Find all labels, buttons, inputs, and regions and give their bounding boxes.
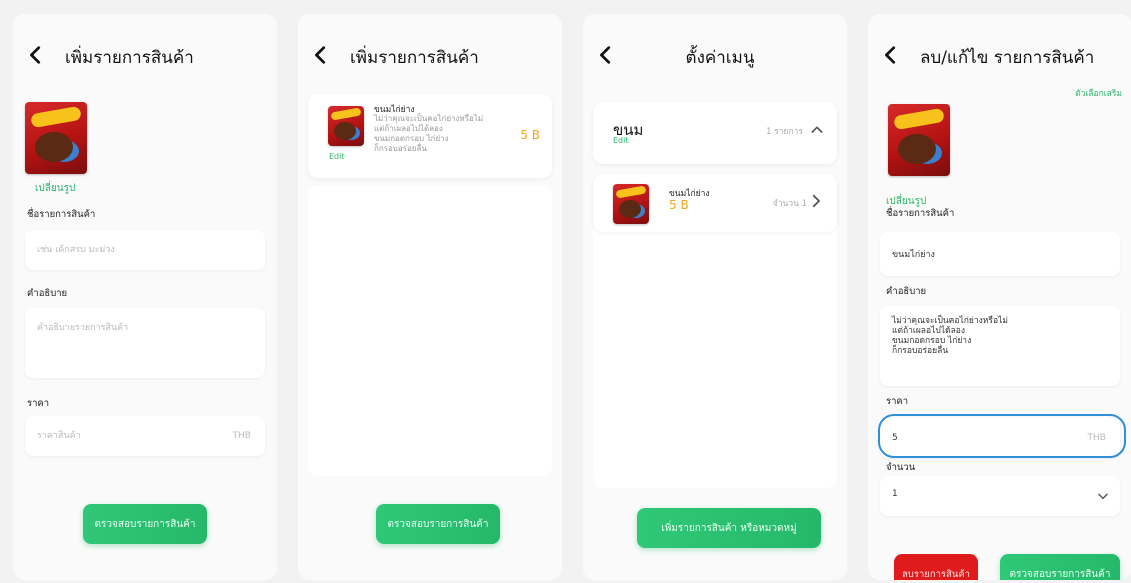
empty-list-area [308,186,552,476]
delete-product-button[interactable]: ลบรายการสินค้า [894,554,978,580]
chevron-right-icon[interactable] [807,192,825,210]
name-input[interactable] [25,230,265,270]
menu-item-quantity: จำนวน 1 [772,199,807,209]
page-title: ลบ/แก้ไข รายการสินค้า [920,48,1095,68]
app-stage: เพิ่มรายการสินค้า เปลี่ยนรูป ชื่อรายการส… [0,0,1131,583]
menu-settings-screen: ตั้งค่าเมนู ขนม Edit 1 รายการ ขนมไก่ย่าง… [583,14,847,580]
product-card[interactable]: Edit ขนมไก่ย่าง ไม่ว่าคุณจะเป็นคอไก่ย่าง… [308,94,552,178]
back-button[interactable] [310,44,332,66]
page-title: ตั้งค่าเมนู [685,48,755,68]
name-field-wrap [880,232,1120,276]
description-label: คำอธิบาย [27,288,68,299]
review-product-button[interactable]: ตรวจสอบรายการสินค้า [83,504,207,544]
change-image-link[interactable]: เปลี่ยนรูป [35,181,75,196]
product-image [888,104,950,176]
description-field-wrap: ไม่ว่าคุณจะเป็นคอไก่ย่างหรือไม่ แต่ถ้าเผ… [880,306,1120,386]
price-field-wrap: THB [25,416,265,456]
price-label: ราคา [886,396,909,407]
review-product-button[interactable]: ตรวจสอบรายการสินค้า [1000,554,1120,580]
review-product-button[interactable]: ตรวจสอบรายการสินค้า [376,504,500,544]
product-price: 5 B [520,128,540,142]
product-list-screen: เพิ่มรายการสินค้า Edit ขนมไก่ย่าง ไม่ว่า… [298,14,562,580]
description-field-wrap [25,308,265,378]
name-field-wrap [25,230,265,270]
product-description: ไม่ว่าคุณจะเป็นคอไก่ย่างหรือไม่ แต่ถ้าเผ… [374,114,484,153]
edit-product-screen: ลบ/แก้ไข รายการสินค้า ตัวเลือกเสริม เปลี… [868,14,1131,580]
page-title: เพิ่มรายการสินค้า [65,48,194,68]
menu-item-thumbnail [613,184,649,224]
name-label: ชื่อรายการสินค้า [886,208,955,219]
price-focus-ring [878,414,1126,458]
product-image [25,102,87,174]
name-input[interactable] [880,232,1120,276]
price-input[interactable] [25,416,265,456]
options-link[interactable]: ตัวเลือกเสริม [1075,86,1122,100]
menu-item-price: 5 B [669,198,689,212]
category-edit-link[interactable]: Edit [613,136,629,145]
category-items-area: ขนมไก่ย่าง 5 B จำนวน 1 [593,174,837,488]
add-item-or-category-button[interactable]: เพิ่มรายการสินค้า หรือหมวดหมู่ [637,508,821,548]
menu-item-row[interactable]: ขนมไก่ย่าง 5 B จำนวน 1 [593,174,837,232]
description-label: คำอธิบาย [886,286,927,297]
quantity-value: 1 [892,489,898,499]
back-button[interactable] [25,44,47,66]
quantity-label: จำนวน [886,462,916,473]
chevron-left-icon [885,46,896,64]
price-label: ราคา [27,398,50,409]
back-button[interactable] [880,44,902,66]
description-input[interactable] [25,308,265,378]
product-thumbnail [328,106,364,146]
currency-suffix: THB [232,431,251,441]
chevron-down-icon [1098,493,1108,500]
chevron-left-icon [30,46,41,64]
add-product-screen: เพิ่มรายการสินค้า เปลี่ยนรูป ชื่อรายการส… [13,14,277,580]
page-title: เพิ่มรายการสินค้า [350,48,479,68]
description-input[interactable]: ไม่ว่าคุณจะเป็นคอไก่ย่างหรือไม่ แต่ถ้าเผ… [880,306,1120,366]
category-card[interactable]: ขนม Edit 1 รายการ [593,102,837,164]
category-count: 1 รายการ [766,127,803,137]
quantity-select[interactable]: 1 [880,476,1120,516]
name-label: ชื่อรายการสินค้า [27,209,96,220]
chevron-up-icon[interactable] [809,122,825,138]
edit-link[interactable]: Edit [329,152,345,161]
chevron-left-icon [315,46,326,64]
